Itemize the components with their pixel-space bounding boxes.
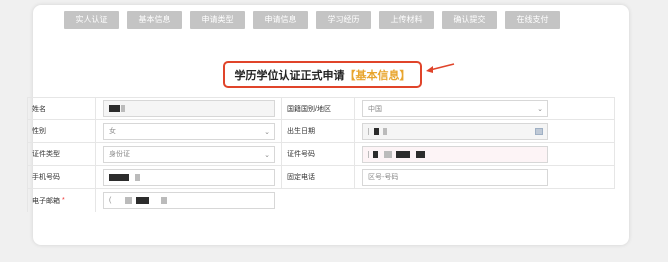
chevron-down-icon: ⌄ xyxy=(264,128,270,136)
redacted-block xyxy=(121,105,125,112)
step-upload[interactable]: 上传材料 xyxy=(379,11,434,29)
id-type-label: 证件类型 xyxy=(27,143,96,165)
redacted-block xyxy=(383,127,387,135)
redacted-block xyxy=(396,150,410,158)
redacted-block xyxy=(374,127,379,135)
title-highlight: 【基本信息】 xyxy=(344,69,411,82)
form-row: 姓名 国籍国别/地区 中国 ⌄ xyxy=(27,97,615,120)
country-select[interactable]: 中国 ⌄ xyxy=(362,100,548,117)
gender-value: 女 xyxy=(109,128,116,135)
step-apply-type[interactable]: 申请类型 xyxy=(190,11,245,29)
redacted-block xyxy=(125,197,133,204)
redacted-block xyxy=(368,127,369,135)
step-study[interactable]: 学习经历 xyxy=(316,11,371,29)
name-field[interactable] xyxy=(103,100,275,117)
phone-label: 手机号码 xyxy=(27,166,96,188)
step-nav: 实人认证 基本信息 申请类型 申请信息 学习经历 上传材料 确认提交 在线支付 xyxy=(64,11,560,29)
redacted-block xyxy=(109,105,120,112)
redacted-block xyxy=(109,173,129,181)
phone-field[interactable] xyxy=(103,168,275,186)
birth-date-field[interactable] xyxy=(362,122,548,140)
step-real-auth[interactable]: 实人认证 xyxy=(64,11,119,29)
id-type-select[interactable]: 身份证 ⌄ xyxy=(103,145,275,163)
email-value-start: ( xyxy=(109,197,112,204)
step-confirm[interactable]: 确认提交 xyxy=(442,11,497,29)
calendar-icon[interactable] xyxy=(535,127,543,135)
id-no-label: 证件号码 xyxy=(282,143,355,165)
birth-label: 出生日期 xyxy=(282,120,355,142)
basic-info-form: 姓名 国籍国别/地区 中国 ⌄ 性别 女 ⌄ 出生日期 证件类型 身份证 ⌄ 证… xyxy=(27,97,615,212)
country-label: 国籍国别/地区 xyxy=(282,98,355,119)
empty-cell xyxy=(282,189,615,212)
landline-placeholder: 区号-号码 xyxy=(368,174,399,181)
redacted-block xyxy=(368,150,369,158)
form-row: 性别 女 ⌄ 出生日期 xyxy=(27,120,615,143)
landline-label: 固定电话 xyxy=(282,166,355,188)
redacted-block xyxy=(136,197,150,204)
chevron-down-icon: ⌄ xyxy=(537,106,543,113)
redacted-block xyxy=(373,150,378,158)
form-row: 证件类型 身份证 ⌄ 证件号码 xyxy=(27,143,615,166)
id-number-field[interactable] xyxy=(362,145,548,163)
redacted-block xyxy=(384,150,392,158)
redacted-block xyxy=(416,150,425,158)
annotation-arrow-icon xyxy=(426,63,455,73)
step-apply-info[interactable]: 申请信息 xyxy=(253,11,308,29)
step-basic-info[interactable]: 基本信息 xyxy=(127,11,182,29)
redacted-block xyxy=(135,173,140,181)
chevron-down-icon: ⌄ xyxy=(264,151,270,159)
form-row: 电子邮箱 * ( xyxy=(27,189,615,212)
name-label: 姓名 xyxy=(27,98,96,119)
id-type-value: 身份证 xyxy=(109,151,130,158)
email-label: 电子邮箱 * xyxy=(27,189,96,212)
gender-select[interactable]: 女 ⌄ xyxy=(103,122,275,140)
redacted-block xyxy=(161,197,168,204)
page-title: 学历学位认证正式申请 【基本信息】 xyxy=(223,61,422,88)
step-payment[interactable]: 在线支付 xyxy=(505,11,560,29)
title-main: 学历学位认证正式申请 xyxy=(234,69,345,82)
email-field[interactable]: ( xyxy=(103,192,275,209)
email-label-text: 电子邮箱 xyxy=(32,197,60,205)
country-value: 中国 xyxy=(368,105,382,113)
required-mark: * xyxy=(62,197,65,204)
gender-label: 性别 xyxy=(27,120,96,142)
form-row: 手机号码 固定电话 区号-号码 xyxy=(27,166,615,189)
landline-field[interactable]: 区号-号码 xyxy=(362,168,548,186)
